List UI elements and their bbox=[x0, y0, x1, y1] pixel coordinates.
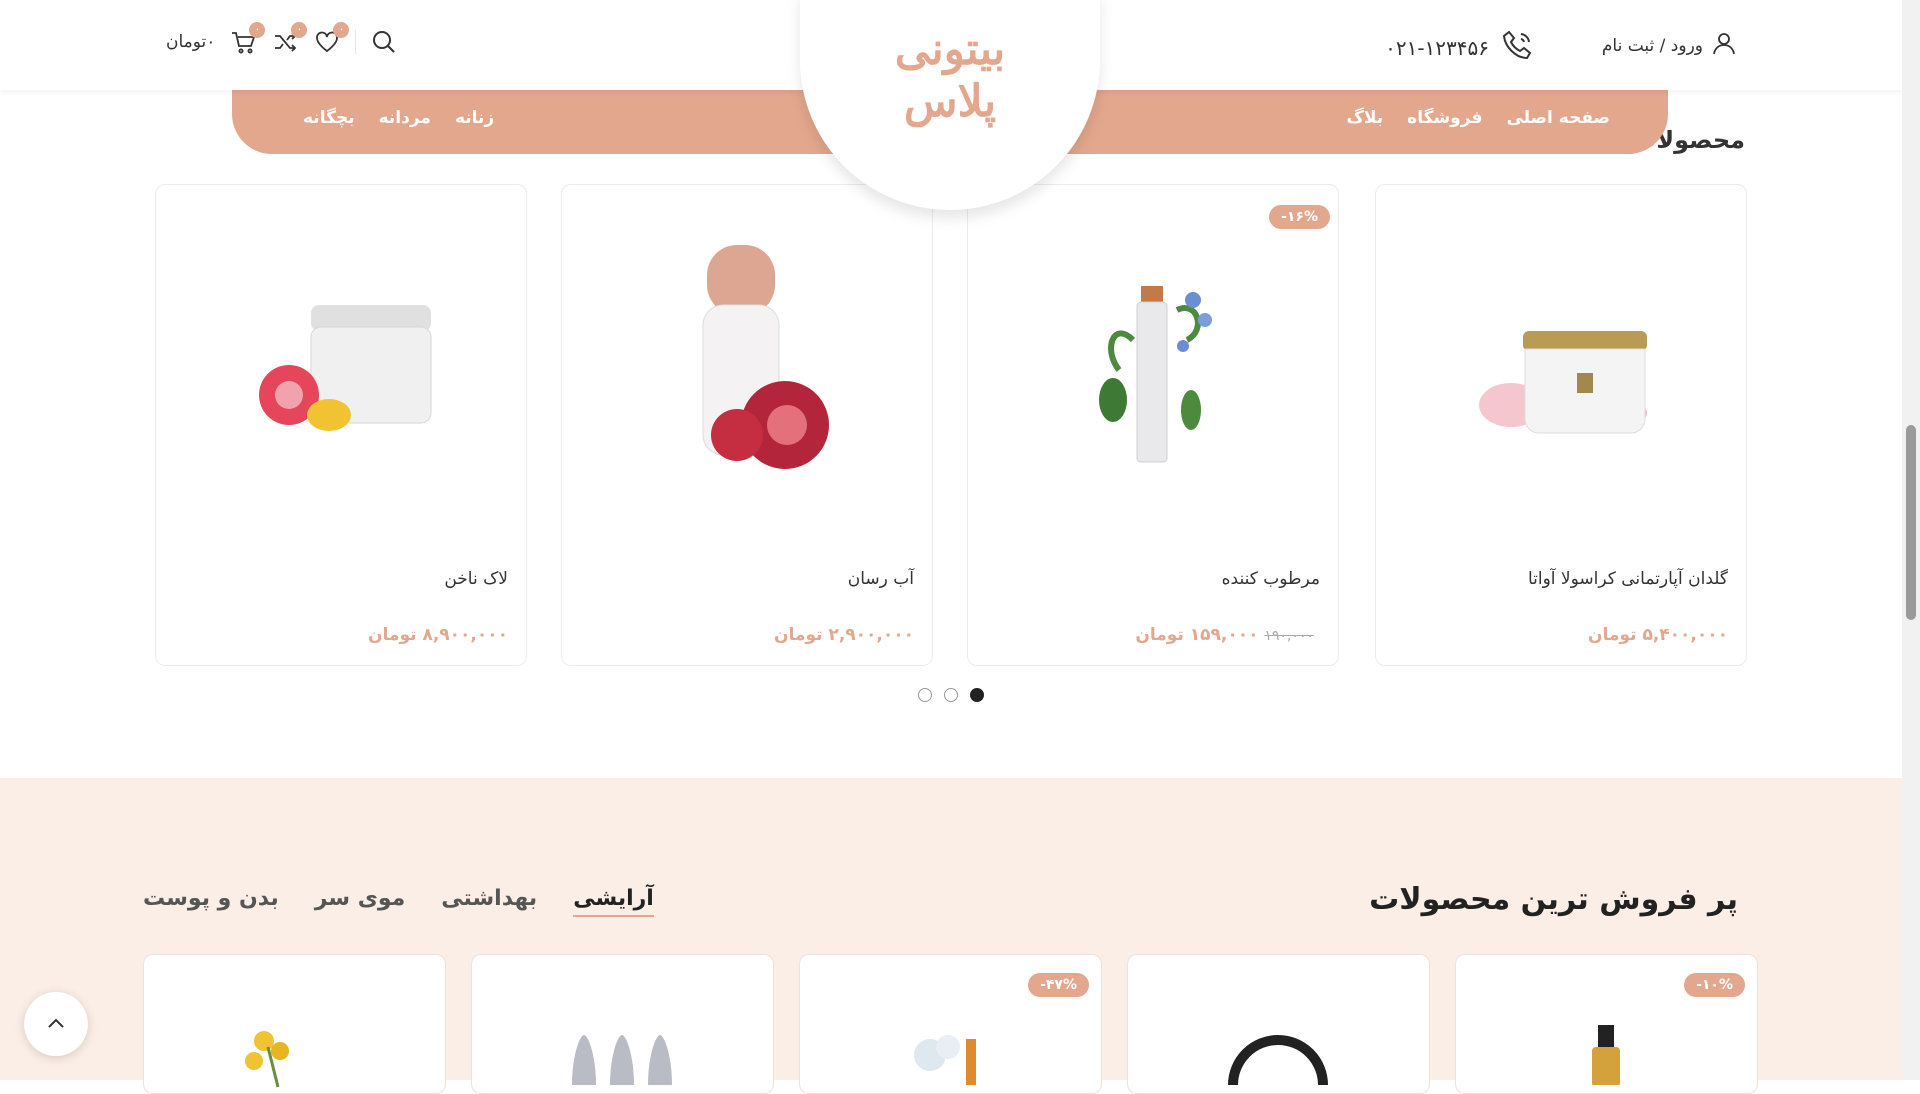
old-price: ۱۹۰,۰۰۰ bbox=[1264, 628, 1314, 644]
divider bbox=[355, 30, 357, 54]
bestseller-card[interactable] bbox=[471, 954, 774, 1094]
tab-cosmetics[interactable]: آرایشی bbox=[573, 886, 654, 917]
nav-shop[interactable]: فروشگاه bbox=[1407, 108, 1482, 128]
product-image[interactable] bbox=[1436, 245, 1686, 485]
compare-count-badge: ۰ bbox=[291, 22, 308, 38]
site-logo[interactable]: بیتونی پلاس bbox=[872, 24, 1028, 128]
discount-badge: -۱۶% bbox=[1269, 205, 1330, 229]
phone-number: ۰۲۱-۱۲۳۴۵۶ bbox=[1385, 35, 1489, 60]
product-image[interactable] bbox=[562, 1025, 682, 1085]
tab-hair[interactable]: موی سر bbox=[315, 886, 406, 917]
product-image[interactable] bbox=[900, 1025, 1000, 1085]
product-image[interactable] bbox=[1586, 1025, 1626, 1085]
nav-menu-left: زنانه مردانه بچگانه bbox=[303, 108, 494, 128]
cart-button[interactable]: ۰ bbox=[229, 22, 266, 56]
nav-menu-right: صفحه اصلی فروشگاه بلاگ bbox=[1346, 108, 1610, 128]
bestseller-card[interactable]: -۱۰% bbox=[1455, 954, 1758, 1094]
phone-contact[interactable]: ۰۲۱-۱۲۳۴۵۶ bbox=[1385, 28, 1535, 67]
product-carousel: گلدان آپارتمانی کراسولا آواتا ۵,۴۰۰,۰۰۰ … bbox=[155, 184, 1747, 666]
pagination-dot[interactable] bbox=[944, 688, 958, 702]
header-actions: ۰تومان ۰ ۰ ۰ bbox=[166, 22, 398, 56]
nav-home[interactable]: صفحه اصلی bbox=[1506, 108, 1610, 128]
bestseller-card[interactable]: -۴۷% bbox=[799, 954, 1102, 1094]
wishlist-button[interactable]: ۰ bbox=[313, 22, 350, 56]
product-name[interactable]: لاک ناخن bbox=[444, 569, 508, 589]
compare-button[interactable]: ۰ bbox=[271, 22, 308, 56]
product-image[interactable] bbox=[622, 245, 872, 485]
tab-hygiene[interactable]: بهداشتی bbox=[441, 886, 537, 917]
login-register-link[interactable]: ورود / ثبت نام bbox=[1602, 30, 1737, 61]
best-sellers-title: پر فروش ترین محصولات bbox=[1369, 882, 1738, 917]
scrollbar-thumb[interactable] bbox=[1906, 425, 1916, 620]
best-sellers-section: پر فروش ترین محصولات آرایشی بهداشتی موی … bbox=[0, 778, 1902, 1094]
logo-line-1: بیتونی bbox=[894, 24, 1006, 75]
product-card[interactable]: گلدان آپارتمانی کراسولا آواتا ۵,۴۰۰,۰۰۰ … bbox=[1375, 184, 1747, 666]
discount-badge: -۴۷% bbox=[1028, 973, 1089, 997]
product-image[interactable] bbox=[1028, 245, 1278, 485]
product-price: ۲,۹۰۰,۰۰۰ تومان bbox=[774, 625, 914, 645]
product-price: ۱۹۰,۰۰۰ ۱۵۹,۰۰۰ تومان bbox=[1135, 625, 1314, 645]
nav-women[interactable]: زنانه bbox=[455, 108, 494, 128]
product-price: ۸,۹۰۰,۰۰۰ تومان bbox=[368, 625, 508, 645]
login-label: ورود / ثبت نام bbox=[1601, 35, 1703, 56]
product-name[interactable]: مرطوب کننده bbox=[1222, 569, 1320, 589]
cart-count-badge: ۰ bbox=[249, 22, 266, 38]
user-icon bbox=[1711, 30, 1737, 61]
chevron-up-icon bbox=[48, 1018, 64, 1028]
bestseller-card[interactable] bbox=[143, 954, 446, 1094]
product-image[interactable] bbox=[224, 1021, 324, 1091]
nav-kids[interactable]: بچگانه bbox=[303, 108, 355, 128]
bestseller-card[interactable] bbox=[1127, 954, 1430, 1094]
nav-blog[interactable]: بلاگ bbox=[1346, 108, 1383, 128]
phone-icon bbox=[1501, 28, 1535, 67]
carousel-pagination bbox=[918, 688, 984, 702]
scroll-to-top-button[interactable] bbox=[24, 992, 88, 1056]
pagination-dot-active[interactable] bbox=[970, 688, 984, 702]
product-card[interactable]: لاک ناخن ۸,۹۰۰,۰۰۰ تومان bbox=[155, 184, 527, 666]
product-name[interactable]: گلدان آپارتمانی کراسولا آواتا bbox=[1528, 569, 1728, 589]
product-card[interactable]: -۱۶% مرطوب کننده ۱۹۰,۰۰۰ ۱۵۹,۰۰۰ تومان bbox=[967, 184, 1339, 666]
cart-total: ۰تومان bbox=[166, 32, 216, 52]
product-image[interactable] bbox=[1223, 1025, 1333, 1085]
product-image[interactable] bbox=[216, 245, 466, 485]
product-name[interactable]: آب رسان bbox=[848, 569, 914, 589]
product-card[interactable]: آب رسان ۲,۹۰۰,۰۰۰ تومان bbox=[561, 184, 933, 666]
product-price: ۵,۴۰۰,۰۰۰ تومان bbox=[1588, 625, 1728, 645]
wishlist-count-badge: ۰ bbox=[333, 22, 350, 38]
nav-men[interactable]: مردانه bbox=[379, 108, 431, 128]
search-button[interactable] bbox=[370, 28, 398, 56]
pagination-dot[interactable] bbox=[918, 688, 932, 702]
tab-body-skin[interactable]: بدن و پوست bbox=[143, 886, 279, 917]
page-scrollbar[interactable] bbox=[1902, 0, 1920, 1080]
logo-line-2: پلاس bbox=[903, 76, 997, 127]
category-tabs: آرایشی بهداشتی موی سر بدن و پوست bbox=[143, 886, 654, 917]
discount-badge: -۱۰% bbox=[1684, 973, 1745, 997]
search-icon bbox=[373, 31, 396, 53]
